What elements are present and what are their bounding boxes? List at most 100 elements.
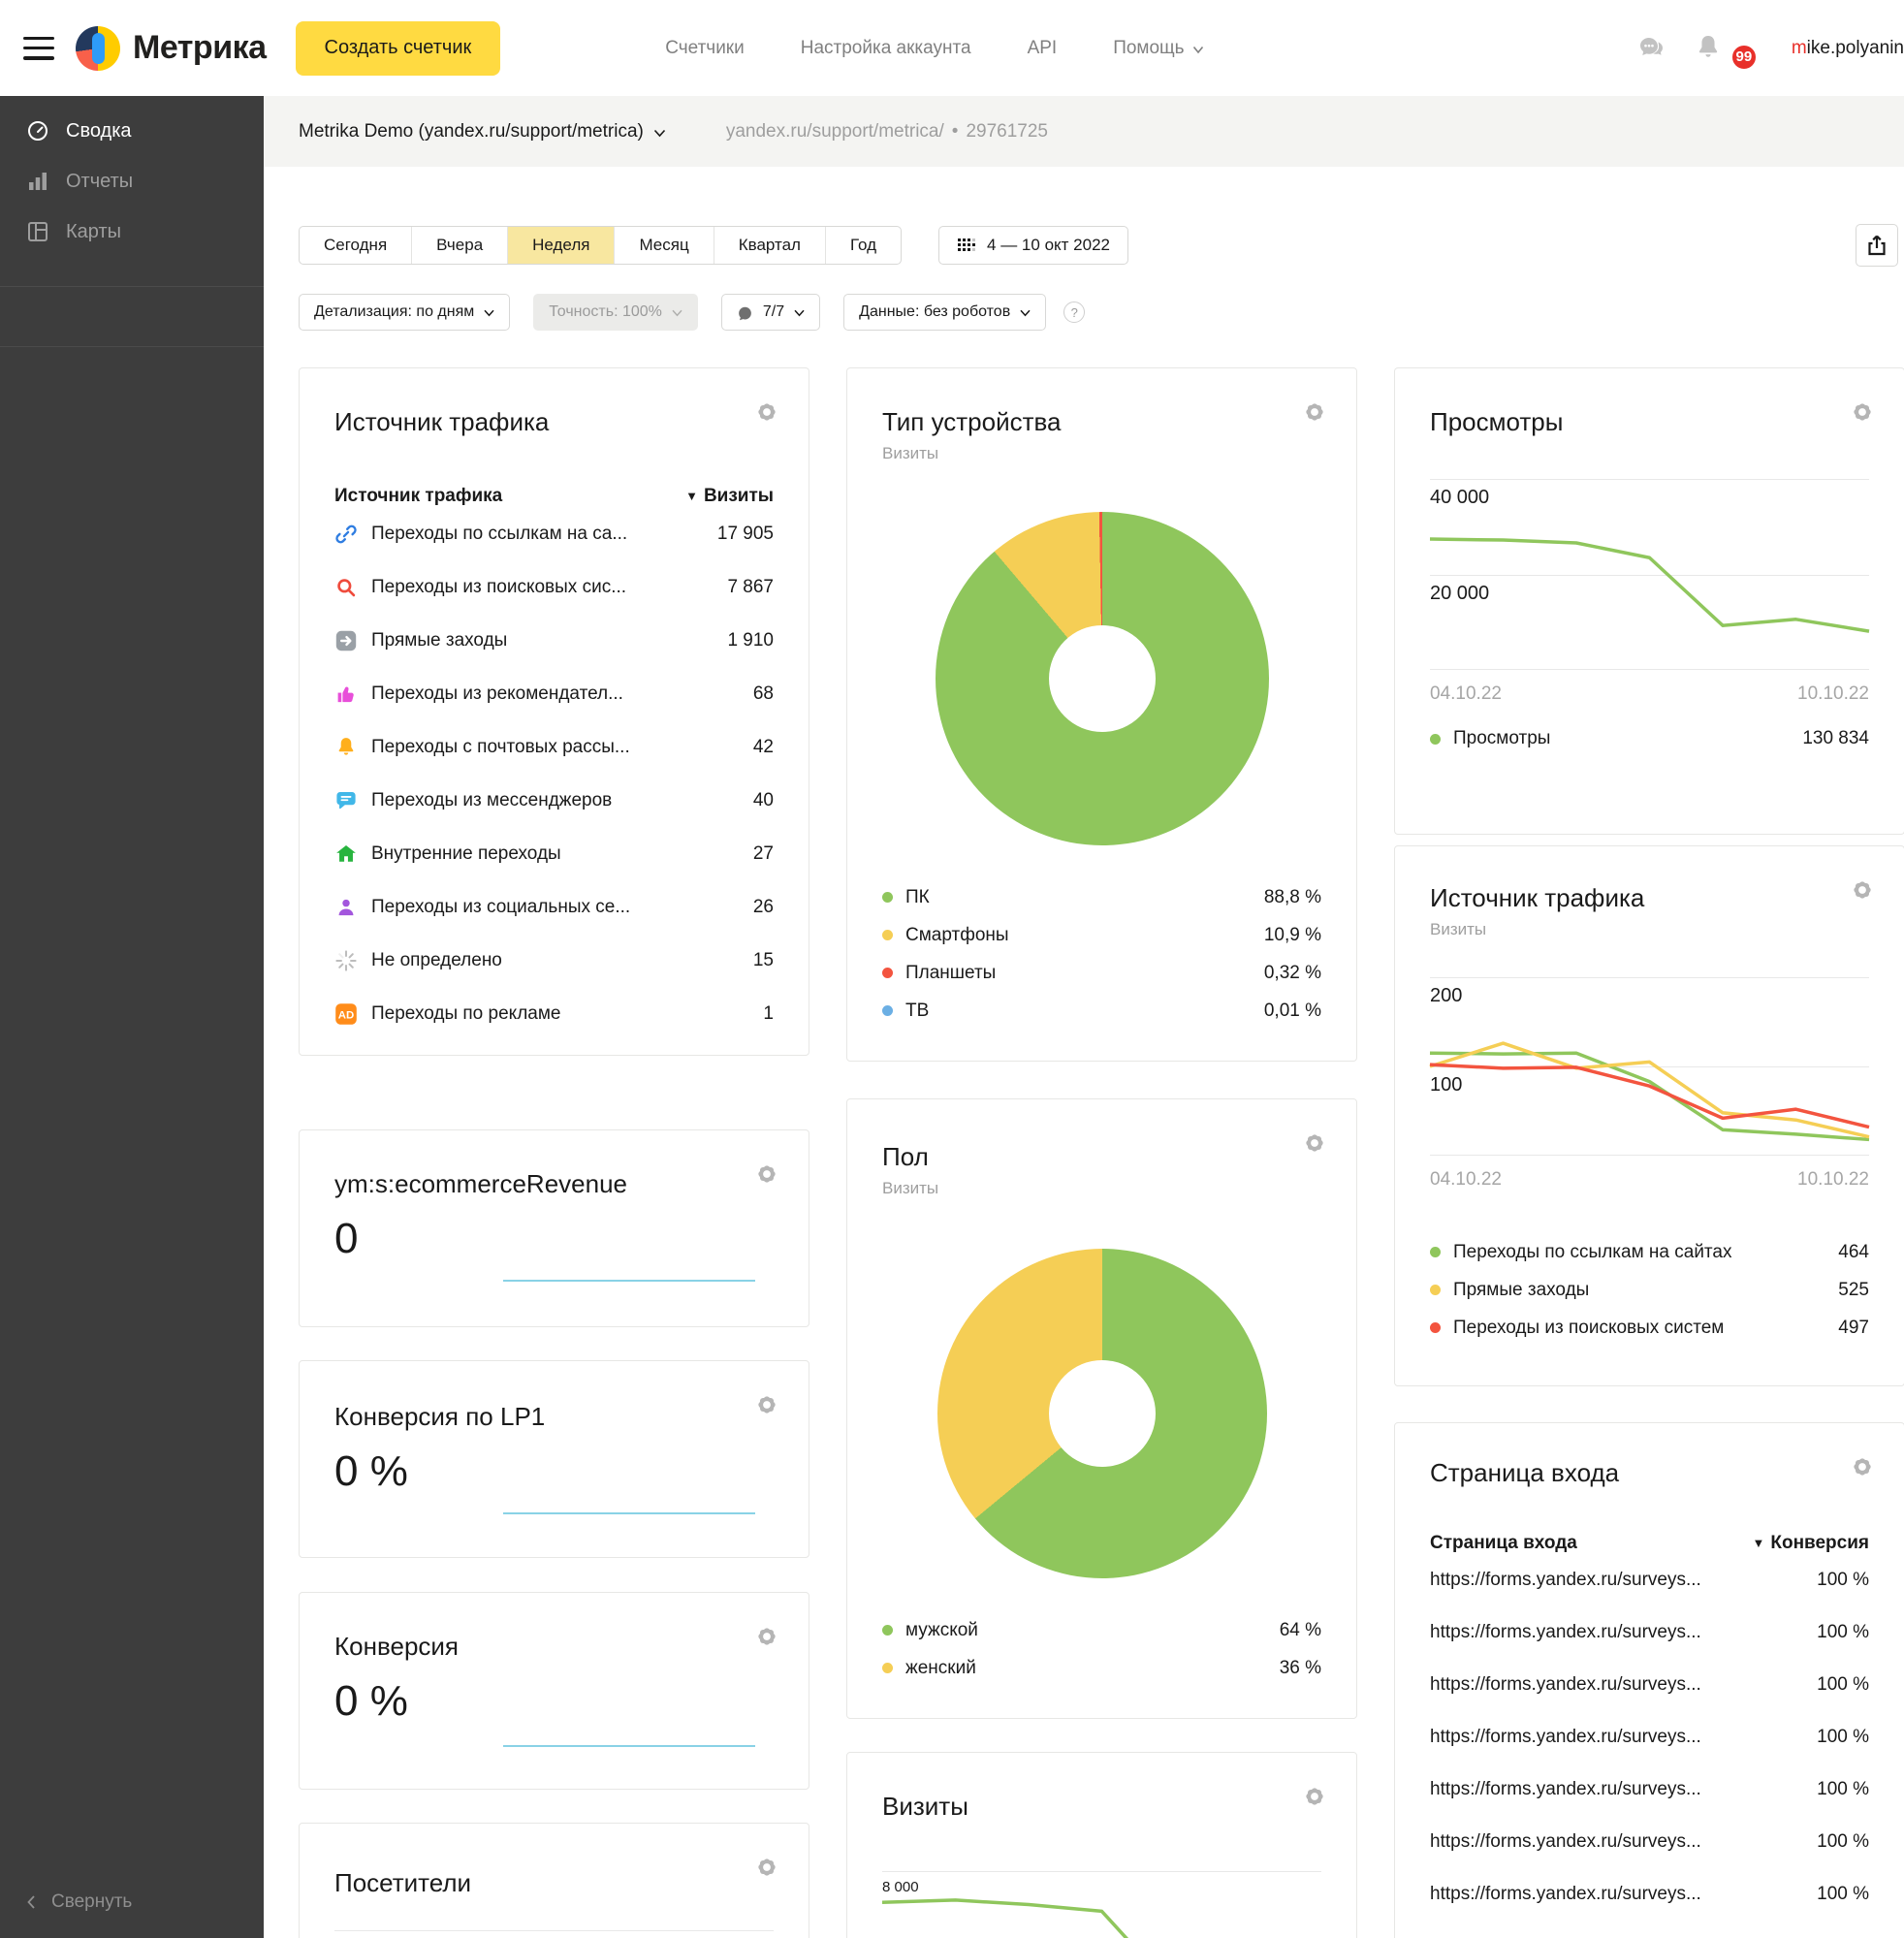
gender-donut-chart[interactable] [936, 1249, 1267, 1578]
sort-column[interactable]: ▼ Конверсия [1753, 1533, 1870, 1554]
flat-sparkline [503, 1512, 755, 1514]
table-row[interactable]: https://forms.yandex.ru/surveys... 100 % [1430, 1606, 1869, 1659]
metrika-logo-icon[interactable] [76, 25, 120, 71]
detail-filter[interactable]: Детализация: по дням [299, 294, 511, 331]
range-tab-квартал[interactable]: Квартал [713, 227, 825, 264]
views-line-chart[interactable]: 40 000 20 000 [1430, 479, 1869, 670]
accuracy-filter[interactable]: Точность: 100% [533, 294, 698, 331]
range-tab-год[interactable]: Год [824, 227, 901, 264]
gear-icon[interactable] [1302, 399, 1327, 425]
gear-icon[interactable] [1850, 399, 1875, 425]
help-icon[interactable]: ? [1063, 302, 1086, 323]
ecommerce-revenue-widget: ym:s:ecommerceRevenue 0 [299, 1129, 809, 1327]
widget-title: Конверсия [334, 1632, 460, 1661]
table-row[interactable]: https://forms.yandex.ru/surveys... 100 % [1430, 1659, 1869, 1711]
create-counter-button[interactable]: Создать счетчик [295, 20, 501, 76]
table-header: Источник трафика ▼ Визиты [334, 486, 774, 507]
logo-text[interactable]: Метрика [133, 29, 267, 67]
gear-icon[interactable] [754, 1624, 779, 1649]
robots-filter[interactable]: Данные: без роботов [843, 294, 1047, 331]
legend-item[interactable]: женский 36 % [882, 1649, 1321, 1687]
traffic-source-line-chart[interactable]: 200 100 [1430, 977, 1869, 1156]
export-button[interactable] [1856, 224, 1898, 267]
gear-icon[interactable] [1302, 1130, 1327, 1156]
table-row[interactable]: https://forms.yandex.ru/surveys... 100 % [1430, 1763, 1869, 1816]
search-icon [334, 576, 358, 599]
username[interactable]: mike.polyanin [1792, 38, 1904, 59]
visitors-widget: Посетители [299, 1823, 809, 1938]
legend-item[interactable]: Смартфоны 10,9 % [882, 916, 1321, 954]
gear-icon[interactable] [754, 1161, 779, 1187]
table-row[interactable]: Переходы из рекомендател... 68 [334, 667, 774, 720]
bar-chart-icon [26, 170, 49, 193]
gear-icon[interactable] [754, 1855, 779, 1880]
sidebar-item-отчеты[interactable]: Отчеты [0, 156, 264, 207]
table-row[interactable]: https://forms.yandex.ru/surveys... 100 % [1430, 1868, 1869, 1921]
metric-value: 0 % [334, 1447, 408, 1495]
gear-icon[interactable] [754, 1392, 779, 1417]
gear-icon[interactable] [1302, 1784, 1327, 1809]
flat-sparkline [503, 1280, 755, 1282]
traffic-source-lines-widget: Источник трафика Визиты 200 100 04.10.22… [1394, 845, 1904, 1386]
range-tab-месяц[interactable]: Месяц [614, 227, 713, 264]
menu-icon[interactable] [23, 36, 54, 60]
calendar-button[interactable]: 4 — 10 окт 2022 [938, 226, 1128, 265]
range-tab-неделя[interactable]: Неделя [507, 227, 615, 264]
widget-title: ym:s:ecommerceRevenue [334, 1169, 627, 1198]
table-row[interactable]: Переходы из мессенджеров 40 [334, 774, 774, 827]
sidebar-divider [0, 286, 264, 287]
table-row[interactable]: https://forms.yandex.ru/surveys... 100 % [1430, 1711, 1869, 1763]
date-range-tabs: Сегодня Вчера Неделя Месяц Квартал Год [299, 226, 903, 265]
counter-selector[interactable]: Metrika Demo (yandex.ru/support/metrica) [299, 121, 666, 143]
device-type-donut-chart[interactable] [935, 512, 1269, 845]
nav-link-счетчики[interactable]: Счетчики [665, 38, 744, 59]
layout-icon [26, 220, 49, 243]
home-icon [334, 842, 358, 866]
legend-dot [1430, 733, 1441, 745]
table-row[interactable]: Прямые заходы 1 910 [334, 614, 774, 667]
gear-icon[interactable] [754, 399, 779, 425]
notifications-bell-icon[interactable] [1695, 34, 1722, 63]
legend-dot [882, 1625, 893, 1636]
visits-line-chart[interactable]: 8 000 [882, 1871, 1321, 1938]
widget-title: Источник трафика [334, 407, 550, 436]
x-axis-labels: 04.10.22 10.10.22 [1430, 683, 1869, 704]
toolbar: Сегодня Вчера Неделя Месяц Квартал Год 4 — 10… [264, 224, 1904, 267]
range-tab-сегодня[interactable]: Сегодня [300, 227, 411, 264]
nav-link-настройка-аккаунта[interactable]: Настройка аккаунта [801, 38, 971, 59]
table-row[interactable]: Внутренние переходы 27 [334, 827, 774, 880]
legend-item[interactable]: Планшеты 0,32 % [882, 954, 1321, 992]
filter-bar: Детализация: по дням Точность: 100% 7/7 … [264, 294, 1904, 331]
range-tab-вчера[interactable]: Вчера [411, 227, 507, 264]
legend-dot [882, 892, 893, 903]
legend-item[interactable]: Переходы из поисковых систем 497 [1430, 1309, 1869, 1347]
legend-item[interactable]: мужской 64 % [882, 1611, 1321, 1649]
chat-icon[interactable] [1636, 33, 1667, 64]
nav-link-api[interactable]: API [1028, 38, 1058, 59]
legend-item[interactable]: Переходы по ссылкам на сайтах 464 [1430, 1233, 1869, 1271]
table-row[interactable]: Переходы с почтовых рассы... 42 [334, 720, 774, 774]
gear-icon[interactable] [1850, 877, 1875, 903]
table-row[interactable]: https://forms.yandex.ru/surveys... 100 % [1430, 1554, 1869, 1606]
gear-icon[interactable] [1850, 1454, 1875, 1479]
sidebar-item-карты[interactable]: Карты [0, 207, 264, 257]
legend-dot [882, 930, 893, 940]
table-row[interactable]: AD Переходы по рекламе 1 [334, 987, 774, 1040]
legend-item[interactable]: Просмотры 130 834 [1430, 719, 1869, 758]
legend-dot [882, 968, 893, 978]
table-row[interactable]: https://forms.yandex.ru/surveys... 100 % [1430, 1816, 1869, 1868]
table-row[interactable]: Не определено 15 [334, 934, 774, 987]
table-row[interactable]: Переходы из поисковых сис... 7 867 [334, 560, 774, 614]
metric-value: 0 % [334, 1677, 408, 1725]
legend-item[interactable]: Прямые заходы 525 [1430, 1271, 1869, 1309]
sidebar-collapse-button[interactable]: Свернуть [26, 1891, 132, 1913]
legend-item[interactable]: ПК 88,8 % [882, 878, 1321, 916]
nav-link-помощь[interactable]: Помощь [1113, 38, 1203, 59]
table-row[interactable]: Переходы из социальных се... 26 [334, 880, 774, 934]
legend-dot [1430, 1322, 1441, 1333]
sidebar-item-сводка[interactable]: Сводка [0, 106, 264, 156]
table-row[interactable]: Переходы по ссылкам на са... 17 905 [334, 507, 774, 560]
days-filter[interactable]: 7/7 [720, 294, 821, 331]
legend-item[interactable]: ТВ 0,01 % [882, 992, 1321, 1030]
sort-column[interactable]: ▼ Визиты [685, 486, 774, 507]
